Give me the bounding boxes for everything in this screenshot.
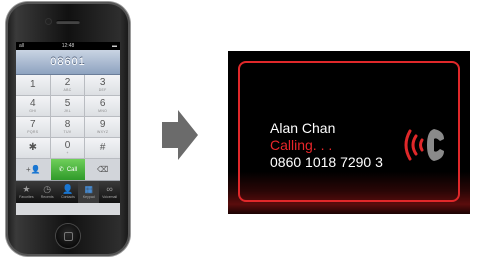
tab-recents[interactable]: ◷ Recents xyxy=(37,181,58,203)
key-letters: DEF xyxy=(98,87,107,92)
key-letters: TUV xyxy=(63,129,72,134)
phone-icon: ✆ xyxy=(58,167,64,173)
key-digit: 6 xyxy=(99,97,106,109)
key-5[interactable]: 5 JKL xyxy=(50,96,86,117)
key-4[interactable]: 4 GHI xyxy=(16,96,51,117)
arrow-right-icon xyxy=(162,110,198,160)
key-letters: WXYZ xyxy=(97,129,109,134)
dialed-number-display: 08601 xyxy=(16,50,120,75)
key-letters: MNO xyxy=(98,108,108,113)
key-2[interactable]: 2 ABC xyxy=(50,75,86,96)
status-bar: all 12:48 ▬ xyxy=(16,42,120,50)
key-digit: 0 xyxy=(64,139,71,151)
call-button-label: Call xyxy=(66,166,78,173)
tab-label: Favorites xyxy=(19,195,34,199)
key-letters: GHI xyxy=(29,108,37,113)
home-button[interactable] xyxy=(56,224,80,248)
battery-icon: ▬ xyxy=(112,43,117,49)
incoming-call-card: Alan Chan Calling. . . 0860 1018 7290 3 xyxy=(238,61,460,202)
backspace-icon: ⌫ xyxy=(97,165,109,174)
person-icon: 👤 xyxy=(62,184,74,194)
earpiece xyxy=(56,20,80,24)
key-letters: JKL xyxy=(64,108,71,113)
voicemail-icon: ∞ xyxy=(106,184,113,194)
caller-name: Alan Chan xyxy=(270,120,336,136)
tab-bar: ★ Favorites ◷ Recents 👤 Contacts ▦ Keypad ∞ V… xyxy=(16,181,120,203)
key-8[interactable]: 8 TUV xyxy=(50,117,86,138)
key-9[interactable]: 9 WXYZ xyxy=(85,117,120,138)
tab-label: Keypad xyxy=(82,195,95,199)
tab-label: Voicemail xyxy=(102,195,118,199)
star-icon: ★ xyxy=(22,184,31,194)
key-digit: 9 xyxy=(99,118,106,130)
key-digit: 1 xyxy=(30,79,36,90)
key-letters: ABC xyxy=(63,87,72,92)
key-digit: 8 xyxy=(64,118,71,130)
key-digit: 4 xyxy=(30,97,36,109)
front-camera xyxy=(46,19,51,24)
smartphone: all 12:48 ▬ 08601 1 2 ABC 3 DEF 4 GHI 5 JKL … xyxy=(6,2,130,256)
add-contact-button[interactable]: +👤 xyxy=(16,159,51,180)
dial-actions: +👤 ✆ Call ⌫ xyxy=(16,159,120,181)
key-letters: + xyxy=(66,150,69,155)
signal-indicator: all xyxy=(19,43,25,49)
tab-keypad[interactable]: ▦ Keypad xyxy=(78,181,100,203)
key-digit: 5 xyxy=(64,97,71,109)
tab-favorites[interactable]: ★ Favorites xyxy=(16,181,37,203)
clock: 12:48 xyxy=(61,43,75,49)
car-display-screen: Alan Chan Calling. . . 0860 1018 7290 3 xyxy=(228,51,470,214)
key-7[interactable]: 7 PQRS xyxy=(16,117,51,138)
keypad: 1 2 ABC 3 DEF 4 GHI 5 JKL 6 MNO 7 PQRS 8 TUV 9W… xyxy=(16,75,120,159)
caller-number: 0860 1018 7290 3 xyxy=(270,154,383,170)
key-digit: # xyxy=(99,142,106,153)
call-button[interactable]: ✆ Call xyxy=(50,159,86,180)
key-digit: 2 xyxy=(64,76,71,88)
keypad-icon: ▦ xyxy=(84,184,94,194)
key-1[interactable]: 1 xyxy=(16,75,51,96)
tab-contacts[interactable]: 👤 Contacts xyxy=(58,181,79,203)
call-status: Calling. . . xyxy=(270,137,333,153)
key-6[interactable]: 6 MNO xyxy=(85,96,120,117)
clock-icon: ◷ xyxy=(43,184,52,194)
tab-label: Recents xyxy=(40,195,54,199)
key-digit: ✱ xyxy=(28,142,38,153)
key-0[interactable]: 0 + xyxy=(50,138,86,159)
ringing-phone-icon xyxy=(404,129,444,161)
key-hash[interactable]: # xyxy=(85,138,120,159)
phone-screen: all 12:48 ▬ 08601 1 2 ABC 3 DEF 4 GHI 5 JKL … xyxy=(16,42,120,215)
key-letters: PQRS xyxy=(27,129,39,134)
key-digit: 7 xyxy=(30,118,36,130)
key-star[interactable]: ✱ xyxy=(16,138,51,159)
key-digit: 3 xyxy=(99,76,106,88)
add-contact-icon: +👤 xyxy=(26,165,41,174)
delete-button[interactable]: ⌫ xyxy=(85,159,120,180)
tab-voicemail[interactable]: ∞ Voicemail xyxy=(99,181,120,203)
tab-label: Contacts xyxy=(61,195,75,199)
key-3[interactable]: 3 DEF xyxy=(85,75,120,96)
